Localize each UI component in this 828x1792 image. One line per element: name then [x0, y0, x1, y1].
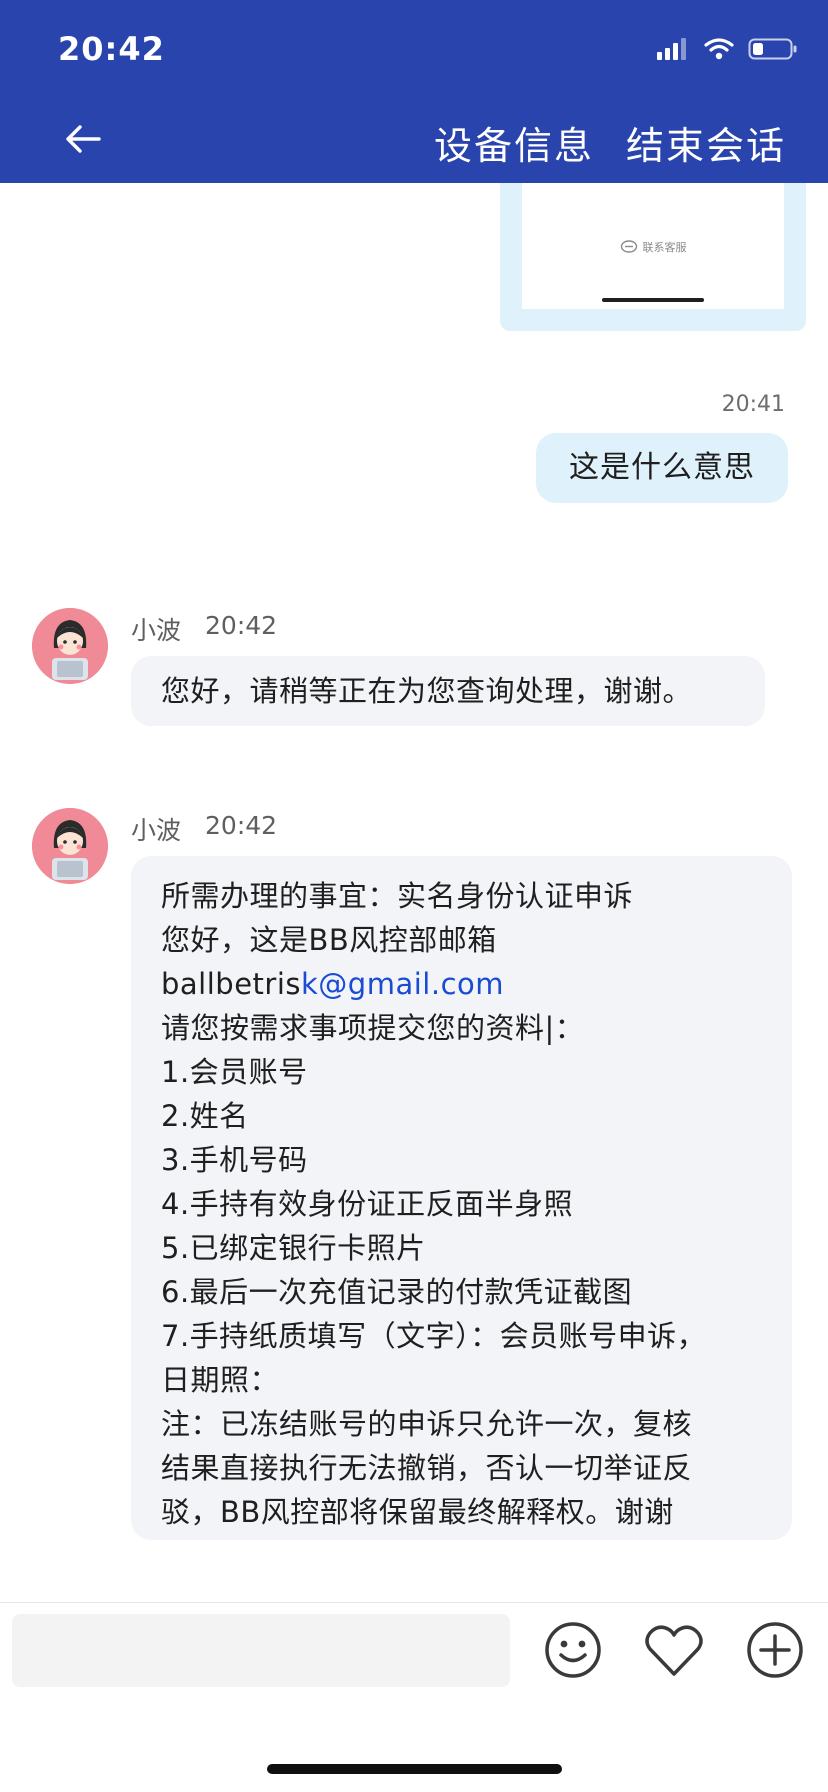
image-thumbnail: 联系客服	[522, 183, 784, 309]
home-indicator[interactable]	[267, 1764, 562, 1774]
agent-avatar[interactable]	[32, 808, 108, 884]
message-line: 6.最后一次充值记录的付款凭证截图	[161, 1275, 633, 1309]
end-session-button[interactable]: 结束会话	[626, 115, 786, 170]
image-home-indicator	[602, 298, 704, 302]
message-line: 注：已冻结账号的申诉只允许一次，复核	[161, 1407, 693, 1441]
chat-screen: 20:42 设备信息 结束会话 联系客服 20:41 这是什么意思 小波 20:…	[0, 0, 828, 1792]
incoming-message[interactable]: 您好，请稍等正在为您查询处理，谢谢。	[131, 656, 765, 726]
outgoing-message[interactable]: 这是什么意思	[536, 433, 788, 503]
email-prefix: ballbetris	[161, 967, 302, 1001]
email-line: ballbetrisk@gmail.com	[161, 962, 762, 1006]
message-meta: 小波 20:42	[131, 611, 277, 647]
agent-avatar[interactable]	[32, 608, 108, 684]
favorite-button[interactable]	[642, 1618, 706, 1682]
sender-name: 小波	[131, 616, 182, 645]
image-message[interactable]: 联系客服	[500, 183, 806, 331]
battery-icon	[748, 38, 797, 60]
outgoing-timestamp: 20:41	[721, 392, 785, 417]
message-line: 2.姓名	[161, 1099, 249, 1133]
message-line: 结果直接执行无法撤销，否认一切举证反	[161, 1451, 693, 1485]
smiley-icon	[545, 1622, 601, 1678]
cellular-signal-icon	[657, 38, 686, 60]
message-line: 1.会员账号	[161, 1055, 308, 1089]
message-line: 5.已绑定银行卡照片	[161, 1231, 426, 1265]
message-line: 7.手持纸质填写（文字）：会员账号申诉，	[161, 1319, 707, 1353]
message-line: 您好，这是BB风控部邮箱	[161, 923, 497, 957]
more-button[interactable]	[743, 1618, 807, 1682]
image-caption-text: 联系客服	[642, 241, 687, 254]
chat-bubble-icon	[620, 240, 637, 253]
message-line: 4.手持有效身份证正反面半身照	[161, 1187, 574, 1221]
incoming-message[interactable]: 所需办理的事宜：实名身份认证申诉 您好，这是BB风控部邮箱 ballbetris…	[131, 856, 792, 1540]
sender-name: 小波	[131, 816, 182, 845]
message-line: 所需办理的事宜：实名身份认证申诉	[161, 879, 634, 913]
message-meta: 小波 20:42	[131, 811, 277, 847]
device-info-button[interactable]: 设备信息	[434, 115, 594, 170]
status-icons	[656, 34, 798, 64]
heart-icon	[645, 1625, 703, 1676]
back-button[interactable]	[60, 116, 106, 162]
email-link[interactable]: k@gmail.com	[301, 967, 504, 1001]
status-time: 20:42	[58, 30, 165, 68]
agent-avatar-icon	[32, 608, 108, 684]
message-time: 20:42	[205, 811, 278, 840]
message-line: 请您按需求事项提交您的资料|：	[161, 1011, 585, 1045]
message-line: 日期照：	[161, 1363, 280, 1397]
agent-avatar-icon	[32, 808, 108, 884]
emoji-button[interactable]	[541, 1618, 605, 1682]
message-time: 20:42	[205, 611, 278, 640]
input-divider	[0, 1602, 828, 1603]
arrow-left-icon	[66, 125, 101, 153]
plus-circle-icon	[747, 1622, 803, 1678]
wifi-icon	[704, 38, 734, 60]
message-line: 驳，BB风控部将保留最终解释权。谢谢	[161, 1495, 674, 1529]
message-line: 3.手机号码	[161, 1143, 308, 1177]
message-input[interactable]	[12, 1614, 510, 1687]
image-caption: 联系客服	[522, 239, 784, 255]
chat-header: 20:42 设备信息 结束会话	[0, 0, 828, 183]
